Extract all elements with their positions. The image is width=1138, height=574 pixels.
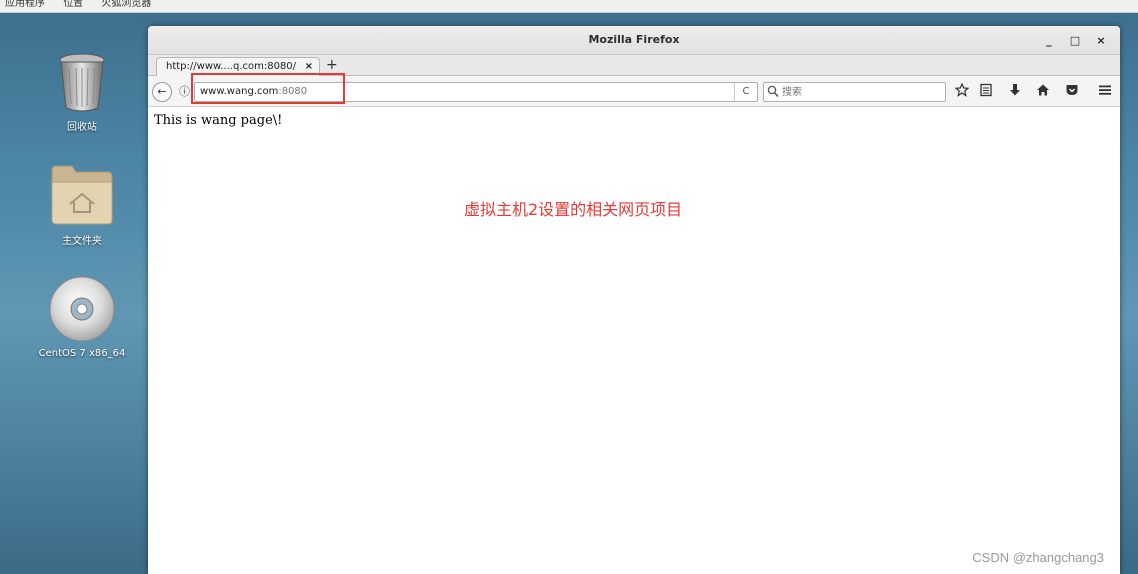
trash-icon xyxy=(59,53,105,112)
home-icon[interactable] xyxy=(1034,83,1052,102)
download-icon[interactable] xyxy=(1006,83,1024,102)
tab-current[interactable]: http://www....q.com:8080/ × xyxy=(156,57,320,76)
back-button[interactable]: ← xyxy=(152,82,172,102)
title-bar[interactable]: Mozilla Firefox _ □ × xyxy=(148,26,1120,55)
search-input[interactable] xyxy=(782,83,940,101)
desktop-icon-label: CentOS 7 x86_64 xyxy=(38,348,126,359)
search-icon xyxy=(767,85,779,98)
url-input[interactable]: www.wang.com:8080 xyxy=(200,83,480,101)
reading-list-icon[interactable] xyxy=(977,83,995,102)
applications-menu[interactable]: 应用程序 xyxy=(5,0,45,9)
annotation-text: 虚拟主机2设置的相关网页项目 xyxy=(464,200,683,219)
page-content: This is wang page\! 虚拟主机2设置的相关网页项目 CSDN … xyxy=(148,107,1120,574)
reload-icon[interactable]: C xyxy=(734,83,757,101)
desktop-icon-home[interactable]: 主文件夹 xyxy=(37,162,127,247)
bookmark-star-icon[interactable] xyxy=(953,82,971,102)
desktop-icon-label: 回收站 xyxy=(67,122,97,133)
page-body-text: This is wang page\! xyxy=(154,113,283,128)
tab-close-icon[interactable]: × xyxy=(305,58,313,76)
close-button[interactable]: × xyxy=(1088,34,1114,47)
maximize-button[interactable]: □ xyxy=(1062,34,1088,47)
firefox-launcher[interactable]: 火狐浏览器 xyxy=(101,0,151,9)
hamburger-menu-icon[interactable] xyxy=(1096,83,1114,102)
window-title: Mozilla Firefox xyxy=(588,33,680,46)
desktop-icon-trash[interactable]: 回收站 xyxy=(37,52,127,133)
home-folder-icon xyxy=(51,165,113,225)
firefox-window: Mozilla Firefox _ □ × http://www....q.co… xyxy=(148,26,1120,574)
tab-bar: http://www....q.com:8080/ × + xyxy=(148,55,1120,76)
window-controls: _ □ × xyxy=(1036,26,1114,54)
desktop-icon-label: 主文件夹 xyxy=(62,236,102,247)
search-bar[interactable] xyxy=(763,82,946,102)
url-bar[interactable]: www.wang.com:8080 C xyxy=(194,82,758,102)
site-info-icon[interactable]: ⓘ xyxy=(179,83,190,99)
url-domain: www.wang.com xyxy=(200,86,279,97)
top-panel: 应用程序 位置 火狐浏览器 xyxy=(0,0,1138,13)
disc-icon xyxy=(49,276,115,342)
navigation-toolbar: ← ⓘ www.wang.com:8080 C xyxy=(148,76,1120,107)
url-port: :8080 xyxy=(278,86,308,97)
places-menu[interactable]: 位置 xyxy=(63,0,83,9)
new-tab-button[interactable]: + xyxy=(326,56,338,74)
watermark: CSDN @zhangchang3 xyxy=(972,550,1104,565)
tab-title: http://www....q.com:8080/ xyxy=(166,61,297,72)
desktop-icon-cdrom[interactable]: CentOS 7 x86_64 xyxy=(37,276,127,359)
minimize-button[interactable]: _ xyxy=(1036,34,1062,47)
pocket-icon[interactable] xyxy=(1063,83,1081,102)
